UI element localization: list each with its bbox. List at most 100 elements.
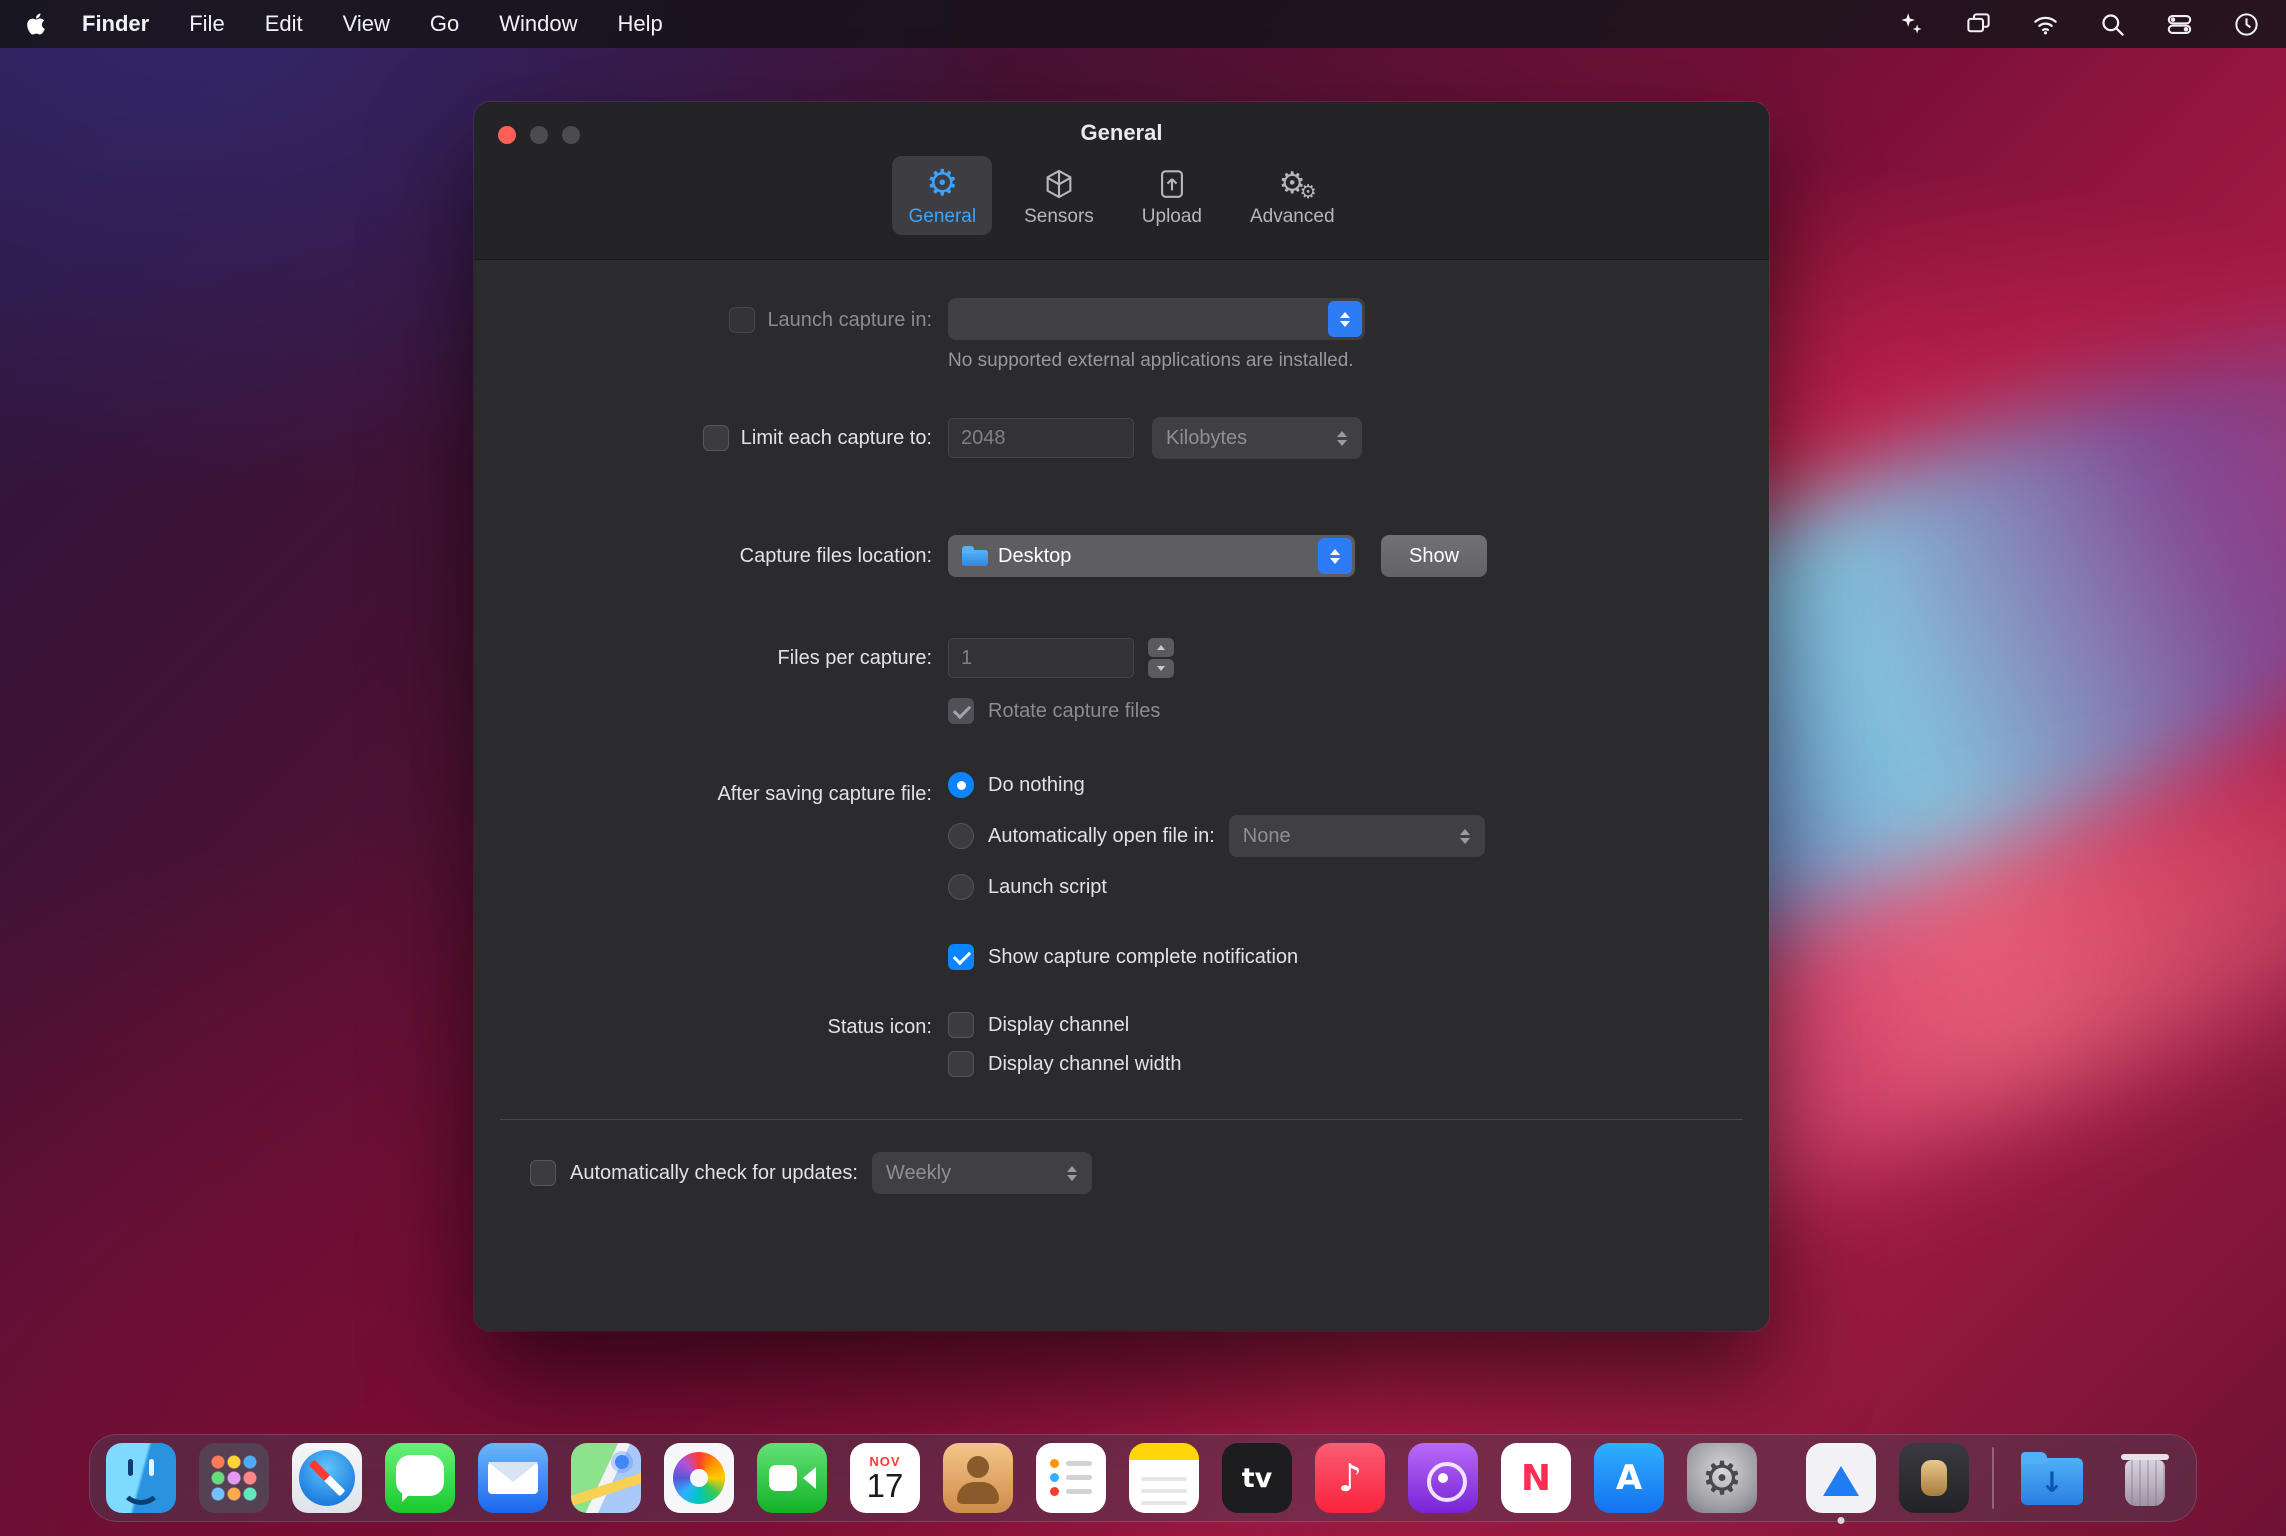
dock-messages-icon[interactable] bbox=[385, 1443, 455, 1513]
menu-edit[interactable]: Edit bbox=[265, 11, 303, 36]
launch-capture-checkbox[interactable] bbox=[729, 307, 756, 333]
limit-capture-checkbox[interactable] bbox=[702, 425, 729, 451]
preferences-content: Launch capture in: No supported external… bbox=[474, 260, 1769, 1194]
section-divider bbox=[500, 1119, 1743, 1120]
dock-facetime-icon[interactable] bbox=[757, 1443, 827, 1513]
dock-sysprefs-icon[interactable]: ⚙ bbox=[1687, 1443, 1757, 1513]
calendar-day: 17 bbox=[866, 1467, 904, 1505]
dock-contacts-icon[interactable] bbox=[943, 1443, 1013, 1513]
display-channel-checkbox[interactable] bbox=[948, 1012, 974, 1038]
tab-general[interactable]: ⚙ General bbox=[892, 156, 993, 235]
updates-frequency-select[interactable]: Weekly bbox=[871, 1152, 1092, 1194]
cube-icon bbox=[1042, 164, 1076, 204]
appstore-glyph: A bbox=[1615, 1458, 1643, 1498]
dock-calendar-icon[interactable]: NOV 17 bbox=[850, 1443, 920, 1513]
status-icon-label: Status icon: bbox=[827, 1015, 932, 1038]
popup-arrows-icon bbox=[1448, 818, 1482, 854]
open-file-radio[interactable] bbox=[948, 823, 974, 849]
files-per-capture-field[interactable]: 1 bbox=[948, 638, 1134, 678]
window-title: General bbox=[1080, 120, 1163, 145]
sysprefs-glyph: ⚙ bbox=[1701, 1451, 1743, 1505]
dock-finder-icon[interactable] bbox=[106, 1443, 176, 1513]
window-header: General ⚙ General Sensors Upload ⚙ ⚙ Advanced bbox=[474, 102, 1769, 260]
dock-news-icon[interactable]: N bbox=[1501, 1443, 1571, 1513]
popup-arrows-icon bbox=[1318, 538, 1352, 574]
gear-icon: ⚙ bbox=[926, 163, 959, 204]
capture-location-label: Capture files location: bbox=[739, 544, 932, 567]
tab-label: Sensors bbox=[1024, 206, 1094, 227]
dock-safari-icon[interactable] bbox=[292, 1443, 362, 1513]
appletv-glyph: tv bbox=[1241, 1462, 1273, 1494]
control-center-icon[interactable] bbox=[2166, 11, 2193, 38]
capture-location-row: Capture files location: Desktop Show bbox=[474, 534, 1769, 578]
menu-items: File Edit View Go Window Help bbox=[189, 11, 703, 37]
dock: NOV 17 tv ♪ N A ⚙ ↓ bbox=[89, 1434, 2197, 1524]
preferences-tabs: ⚙ General Sensors Upload ⚙ ⚙ Advanced bbox=[474, 156, 1769, 235]
dock-mail-icon[interactable] bbox=[478, 1443, 548, 1513]
menu-view[interactable]: View bbox=[343, 11, 390, 36]
wifi-icon[interactable] bbox=[2032, 11, 2059, 38]
do-nothing-radio[interactable] bbox=[948, 772, 974, 798]
dock-trash-icon[interactable] bbox=[2110, 1443, 2180, 1513]
sparkles-icon[interactable] bbox=[1898, 11, 1925, 38]
limit-capture-row: Limit each capture to: 2048 Kilobytes bbox=[474, 416, 1769, 460]
limit-unit-select[interactable]: Kilobytes bbox=[1152, 417, 1362, 459]
dock-launchpad-icon[interactable] bbox=[199, 1443, 269, 1513]
menu-window[interactable]: Window bbox=[499, 11, 577, 36]
running-indicator bbox=[1837, 1517, 1845, 1524]
launch-capture-select[interactable] bbox=[948, 298, 1365, 340]
show-button[interactable]: Show bbox=[1381, 535, 1488, 577]
dock-downloads-icon[interactable]: ↓ bbox=[2017, 1443, 2087, 1513]
tab-upload[interactable]: Upload bbox=[1126, 156, 1218, 235]
preferences-window: General ⚙ General Sensors Upload ⚙ ⚙ Advanced … bbox=[474, 102, 1769, 1331]
windows-stack-icon[interactable] bbox=[1965, 11, 1992, 38]
music-glyph: ♪ bbox=[1337, 1456, 1363, 1500]
popup-arrows-icon bbox=[1055, 1155, 1089, 1191]
launch-script-radio[interactable] bbox=[948, 874, 974, 900]
notification-label: Show capture complete notification bbox=[988, 945, 1299, 968]
stepper-up-icon[interactable] bbox=[1148, 638, 1174, 657]
news-glyph: N bbox=[1520, 1457, 1552, 1499]
dock-photos-icon[interactable] bbox=[664, 1443, 734, 1513]
updates-checkbox[interactable] bbox=[530, 1160, 556, 1186]
dock-appletv-icon[interactable]: tv bbox=[1222, 1443, 1292, 1513]
tab-advanced[interactable]: ⚙ ⚙ Advanced bbox=[1234, 156, 1351, 235]
dock-notes-icon[interactable] bbox=[1129, 1443, 1199, 1513]
active-app-menu[interactable]: Finder bbox=[82, 11, 149, 37]
launch-script-label: Launch script bbox=[988, 875, 1107, 898]
stepper-down-icon[interactable] bbox=[1148, 659, 1174, 678]
launch-script-option: Launch script bbox=[948, 874, 1107, 900]
dock-appcapture-icon[interactable] bbox=[1806, 1443, 1876, 1524]
limit-capture-label: Limit each capture to: bbox=[740, 426, 932, 449]
apple-menu-icon[interactable] bbox=[26, 11, 48, 37]
menu-help[interactable]: Help bbox=[618, 11, 663, 36]
files-per-capture-stepper[interactable] bbox=[1148, 638, 1174, 678]
display-channel-label: Display channel bbox=[988, 1013, 1130, 1036]
dock-podcasts-icon[interactable] bbox=[1408, 1443, 1478, 1513]
popup-arrows-icon bbox=[1328, 301, 1362, 337]
display-channel-width-checkbox[interactable] bbox=[948, 1051, 974, 1077]
files-per-capture-row: Files per capture: 1 bbox=[474, 636, 1769, 680]
tab-label: General bbox=[908, 206, 977, 227]
menu-go[interactable]: Go bbox=[430, 11, 459, 36]
open-file-select[interactable]: None bbox=[1228, 815, 1485, 857]
search-icon[interactable] bbox=[2099, 11, 2126, 38]
minimize-button[interactable] bbox=[530, 126, 548, 144]
capture-location-select[interactable]: Desktop bbox=[948, 535, 1355, 577]
launch-capture-label: Launch capture in: bbox=[767, 308, 932, 331]
zoom-button[interactable] bbox=[562, 126, 580, 144]
dock-appaudio-icon[interactable] bbox=[1899, 1443, 1969, 1513]
menu-file[interactable]: File bbox=[189, 11, 224, 36]
tab-sensors[interactable]: Sensors bbox=[1008, 156, 1110, 235]
clock-icon[interactable] bbox=[2233, 11, 2260, 38]
dock-appstore-icon[interactable]: A bbox=[1594, 1443, 1664, 1513]
display-channel-option: Display channel bbox=[948, 1012, 1129, 1038]
limit-size-field[interactable]: 2048 bbox=[948, 418, 1134, 458]
gears-icon: ⚙ ⚙ bbox=[1278, 166, 1317, 203]
dock-maps-icon[interactable] bbox=[571, 1443, 641, 1513]
close-button[interactable] bbox=[498, 126, 516, 144]
dock-music-icon[interactable]: ♪ bbox=[1315, 1443, 1385, 1513]
dock-reminders-icon[interactable] bbox=[1036, 1443, 1106, 1513]
notification-checkbox[interactable] bbox=[948, 944, 974, 970]
rotate-files-checkbox[interactable] bbox=[948, 698, 974, 724]
